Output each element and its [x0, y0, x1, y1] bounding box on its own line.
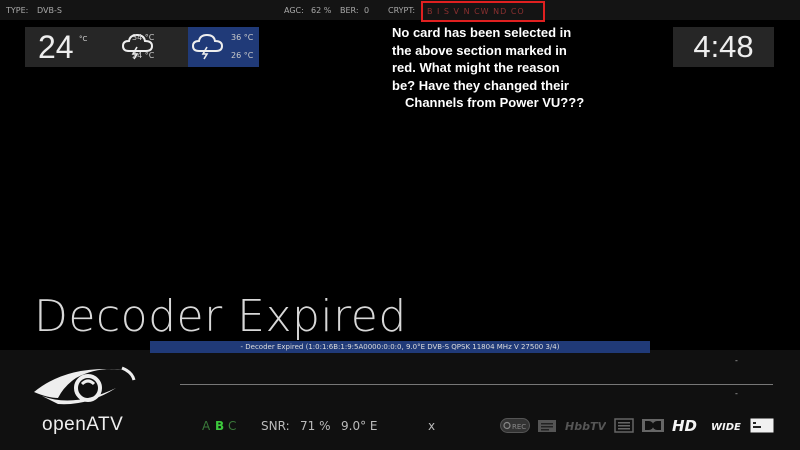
signal-info-bar: TYPE: DVB-S AGC: 62 % BER: 0 CRYPT:	[0, 0, 800, 20]
rec-icon: REC	[500, 418, 530, 433]
selected-day-forecast: 36 °C 26 °C	[188, 27, 259, 67]
annotation-line: No card has been selected in	[392, 25, 572, 40]
dolby-icon	[642, 419, 664, 432]
agc-value: 62 %	[311, 6, 332, 15]
next-event-dash: -	[735, 356, 738, 365]
tuner-a: A	[202, 419, 211, 433]
day1-low: 24 °C	[132, 51, 155, 60]
hd-icon: HD	[672, 418, 697, 433]
type-value: DVB-S	[37, 6, 62, 15]
rec-icon-label: REC	[512, 423, 526, 431]
teletext-icon	[614, 418, 634, 433]
widescreen-icon-label: WIDE	[711, 422, 741, 433]
type-label: TYPE:	[6, 6, 29, 15]
x-indicator: x	[428, 419, 436, 433]
crypt-highlight-box: B I S V N CW ND CO	[421, 1, 545, 22]
subtitle-icon	[750, 418, 774, 433]
event-progress-bar	[180, 384, 773, 385]
cloud-lightning-icon	[191, 33, 224, 60]
epg-icon	[538, 420, 556, 432]
day1-high: 34 °C	[132, 33, 155, 42]
hd-icon-label: HD	[672, 418, 697, 433]
tuner-c: C	[228, 419, 237, 433]
weather-widget: 24 °C 34 °C 24 °C 36 °C 26 °C	[25, 27, 259, 67]
openatv-eye-logo	[34, 366, 136, 405]
event-title: Decoder Expired	[34, 291, 407, 342]
widescreen-icon: WIDE	[711, 422, 741, 433]
day2-low: 26 °C	[231, 51, 254, 60]
annotation-line: red. What might the reason	[392, 60, 560, 75]
hbbtv-icon: HbbTV	[565, 420, 606, 433]
current-temperature: 24	[38, 29, 74, 65]
orbital-position: 9.0° E	[341, 419, 378, 433]
agc-label: AGC:	[284, 6, 304, 15]
temperature-unit: °C	[79, 35, 88, 43]
snr-value: 71 %	[300, 419, 331, 433]
crypt-systems: B I S V N CW ND CO	[427, 7, 525, 16]
service-reference-bar: - Decoder Expired (1:0:1:6B:1:9:5A0000:0…	[150, 341, 650, 353]
annotation-line: be? Have they changed their	[392, 77, 569, 93]
annotation-line: Channels from Power VU???	[405, 95, 585, 110]
clock: 4:48	[673, 27, 774, 67]
ber-label: BER:	[340, 6, 359, 15]
annotation-text: No card has been selected in the above s…	[392, 24, 604, 112]
tuner-b: B	[215, 419, 225, 433]
annotation-line: the above section marked in	[392, 42, 567, 58]
hbbtv-icon-label: HbbTV	[565, 420, 606, 433]
snr-label: SNR:	[261, 419, 290, 433]
ber-value: 0	[364, 6, 370, 15]
crypt-label: CRYPT:	[388, 6, 416, 15]
day2-high: 36 °C	[231, 33, 254, 42]
next-event-dash: -	[735, 389, 738, 398]
brand-name: openATV	[42, 414, 124, 435]
